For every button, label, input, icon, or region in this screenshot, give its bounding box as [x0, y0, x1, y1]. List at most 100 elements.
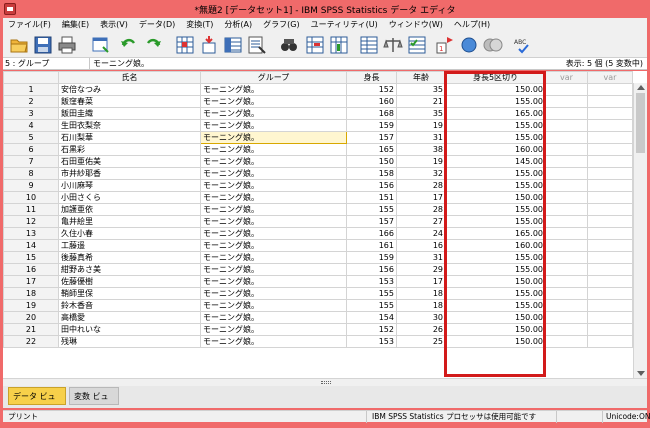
name-cell[interactable]: 工藤遥	[58, 239, 201, 252]
height-cell[interactable]: 158	[346, 167, 397, 180]
name-cell[interactable]: 小田さくら	[58, 191, 201, 204]
age-cell[interactable]: 31	[396, 131, 446, 144]
var-cell[interactable]	[587, 263, 633, 276]
name-cell[interactable]: 佐藤優樹	[58, 275, 201, 288]
height-bin-cell[interactable]: 165.00	[445, 107, 546, 120]
var-cell[interactable]	[587, 227, 633, 240]
var-cell[interactable]	[587, 311, 633, 324]
row-number[interactable]: 20	[3, 311, 59, 324]
var-cell[interactable]	[545, 131, 588, 144]
height-cell[interactable]: 168	[346, 107, 397, 120]
age-cell[interactable]: 32	[396, 167, 446, 180]
row-number[interactable]: 17	[3, 275, 59, 288]
height-bin-cell[interactable]: 145.00	[445, 155, 546, 168]
table-row[interactable]: 7 石田亜佑美 モーニング娘。 150 19 145.00	[3, 155, 633, 168]
row-number[interactable]: 12	[3, 215, 59, 228]
vertical-scroll-thumb[interactable]	[636, 93, 645, 153]
name-cell[interactable]: 生田衣梨奈	[58, 119, 201, 132]
undo-icon[interactable]	[119, 35, 139, 55]
height-cell[interactable]: 159	[346, 119, 397, 132]
height-cell[interactable]: 156	[346, 179, 397, 192]
height-cell[interactable]: 155	[346, 287, 397, 300]
height-cell[interactable]: 153	[346, 335, 397, 348]
var-cell[interactable]	[587, 119, 633, 132]
age-cell[interactable]: 19	[396, 155, 446, 168]
name-cell[interactable]: 久住小春	[58, 227, 201, 240]
name-cell[interactable]: 高橋愛	[58, 311, 201, 324]
column-header[interactable]: グループ	[200, 71, 347, 84]
table-row[interactable]: 6 石黒彩 モーニング娘。 165 38 160.00	[3, 143, 633, 156]
row-number[interactable]: 2	[3, 95, 59, 108]
menu-file[interactable]: ファイル(F)	[3, 18, 57, 32]
var-cell[interactable]	[545, 203, 588, 216]
row-number[interactable]: 7	[3, 155, 59, 168]
age-cell[interactable]: 27	[396, 215, 446, 228]
var-cell[interactable]	[587, 107, 633, 120]
row-number[interactable]: 19	[3, 299, 59, 312]
var-cell[interactable]	[587, 287, 633, 300]
var-cell[interactable]	[587, 179, 633, 192]
height-cell[interactable]: 151	[346, 191, 397, 204]
age-cell[interactable]: 16	[396, 239, 446, 252]
var-cell[interactable]	[587, 275, 633, 288]
name-cell[interactable]: 市井紗耶香	[58, 167, 201, 180]
goto-case-icon[interactable]	[175, 35, 195, 55]
row-number[interactable]: 10	[3, 191, 59, 204]
height-bin-cell[interactable]: 155.00	[445, 179, 546, 192]
height-bin-cell[interactable]: 155.00	[445, 215, 546, 228]
var-cell[interactable]	[545, 155, 588, 168]
split-file-icon[interactable]	[359, 35, 379, 55]
height-cell[interactable]: 166	[346, 227, 397, 240]
spell-check-icon[interactable]: ABC	[513, 35, 533, 55]
insert-variable-icon[interactable]	[329, 35, 349, 55]
height-cell[interactable]: 159	[346, 251, 397, 264]
group-cell[interactable]: モーニング娘。	[200, 287, 347, 300]
height-bin-cell[interactable]: 150.00	[445, 311, 546, 324]
group-cell[interactable]: モーニング娘。	[200, 323, 347, 336]
table-row[interactable]: 15 後藤真希 モーニング娘。 159 31 155.00	[3, 251, 633, 264]
height-cell[interactable]: 154	[346, 311, 397, 324]
scroll-up-icon[interactable]	[637, 85, 645, 90]
var-cell[interactable]	[545, 107, 588, 120]
name-cell[interactable]: 鈴木香音	[58, 299, 201, 312]
menu-data[interactable]: データ(D)	[134, 18, 181, 32]
var-cell[interactable]	[545, 167, 588, 180]
group-cell[interactable]: モーニング娘。	[200, 131, 347, 144]
height-cell[interactable]: 157	[346, 215, 397, 228]
table-row[interactable]: 3 飯田圭織 モーニング娘。 168 35 165.00	[3, 107, 633, 120]
age-cell[interactable]: 18	[396, 287, 446, 300]
age-cell[interactable]: 24	[396, 227, 446, 240]
corner-cell[interactable]	[3, 71, 59, 84]
group-cell[interactable]: モーニング娘。	[200, 119, 347, 132]
group-cell[interactable]: モーニング娘。	[200, 215, 347, 228]
height-cell[interactable]: 155	[346, 203, 397, 216]
var-cell[interactable]	[587, 131, 633, 144]
redo-icon[interactable]	[143, 35, 163, 55]
var-cell[interactable]	[587, 191, 633, 204]
table-row[interactable]: 8 市井紗耶香 モーニング娘。 158 32 155.00	[3, 167, 633, 180]
table-row[interactable]: 22 残琳 モーニング娘。 153 25 150.00	[3, 335, 633, 348]
height-bin-cell[interactable]: 155.00	[445, 263, 546, 276]
row-number[interactable]: 18	[3, 287, 59, 300]
group-cell[interactable]: モーニング娘。	[200, 227, 347, 240]
name-cell[interactable]: 安倍なつみ	[58, 83, 201, 96]
var-cell[interactable]	[545, 263, 588, 276]
scroll-down-icon[interactable]	[637, 371, 645, 376]
table-row[interactable]: 14 工藤遥 モーニング娘。 161 16 160.00	[3, 239, 633, 252]
table-row[interactable]: 16 紺野あさ美 モーニング娘。 156 29 155.00	[3, 263, 633, 276]
group-cell[interactable]: モーニング娘。	[200, 95, 347, 108]
column-header[interactable]: 身長	[346, 71, 397, 84]
var-cell[interactable]	[545, 335, 588, 348]
vertical-scrollbar[interactable]	[633, 83, 647, 378]
name-cell[interactable]: 紺野あさ美	[58, 263, 201, 276]
age-cell[interactable]: 21	[396, 95, 446, 108]
height-bin-cell[interactable]: 155.00	[445, 119, 546, 132]
height-bin-cell[interactable]: 150.00	[445, 335, 546, 348]
table-row[interactable]: 1 安倍なつみ モーニング娘。 152 35 150.00	[3, 83, 633, 96]
age-cell[interactable]: 38	[396, 143, 446, 156]
var-cell[interactable]	[587, 299, 633, 312]
height-bin-cell[interactable]: 155.00	[445, 95, 546, 108]
var-cell[interactable]	[545, 323, 588, 336]
group-cell[interactable]: モーニング娘。	[200, 263, 347, 276]
table-row[interactable]: 4 生田衣梨奈 モーニング娘。 159 19 155.00	[3, 119, 633, 132]
